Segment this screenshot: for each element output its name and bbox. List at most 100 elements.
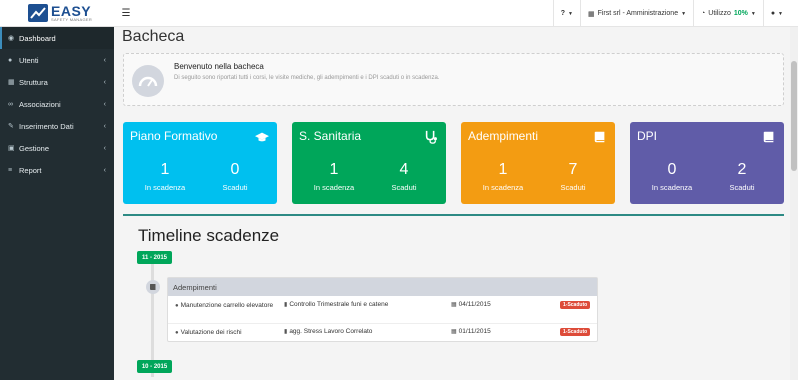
sidebar-item-struttura[interactable]: ▦ Struttura ‹ [0,71,114,93]
stat-value: 2 [737,161,747,178]
usage-dropdown[interactable]: ◔ Utilizzo 10% ▼ [693,0,763,27]
welcome-box: Benvenuto nella bacheca Di seguito sono … [123,53,784,106]
row-divider [168,323,597,324]
status-badge: 1-Scaduto [560,301,591,309]
stat-in-scadenza: 1 In scadenza [473,161,533,193]
caret-down-icon: ▼ [568,10,573,17]
sidebar-item-label: Associazioni [19,99,61,109]
help-dropdown[interactable]: ? ▼ [552,0,580,27]
stat-value: 0 [667,161,677,178]
user-dropdown[interactable]: ● ▼ [762,0,790,27]
sidebar-menu: ◉ Dashboard ● Utenti ‹ ▦ Struttura ‹ ∞ A… [0,27,114,181]
stat-label: In scadenza [482,183,524,192]
date-cell: ▦ 04/11/2015 [451,301,491,308]
sidebar-item-utenti[interactable]: ● Utenti ‹ [0,49,114,71]
stat-scaduti: 0 Scaduti [205,161,265,193]
dashboard-gauge-icon [132,65,164,97]
date-cell: ▦ 01/11/2015 [451,328,491,335]
item-cell: ● Manutenzione carrello elevatore [175,301,280,311]
task-name: agg. Stress Lavoro Correlato [289,328,373,335]
building-icon: ▦ [587,10,595,18]
card-title: S. Sanitaria [299,129,362,143]
welcome-text: Di seguito sono riportati tutti i corsi,… [174,75,440,81]
sidebar-item-dashboard[interactable]: ◉ Dashboard [0,27,114,49]
chevron-left-icon: ‹ [103,78,106,86]
company-dropdown[interactable]: ▦ First srl - Amministrazione ▼ [579,0,693,27]
menu-toggle-icon[interactable]: ☰ [115,0,137,27]
link-icon: ∞ [8,100,13,108]
due-date: 04/11/2015 [458,301,491,308]
task-cell: ▮ agg. Stress Lavoro Correlato [284,328,372,335]
stat-value: 1 [498,161,508,178]
sidebar-item-inserimento-dati[interactable]: ✎ Inserimento Dati ‹ [0,115,114,137]
caret-down-icon: ▼ [681,10,687,17]
sidebar-item-label: Report [19,165,42,175]
dashboard-icon: ◔ [701,10,706,17]
sidebar-item-label: Gestione [19,143,50,153]
usage-value: 10% [733,10,748,17]
sidebar-item-label: Dashboard [19,33,56,43]
card-title: DPI [637,129,658,143]
sidebar-item-report[interactable]: ≡ Report ‹ [0,159,114,181]
card-dpi[interactable]: DPI 0 In scadenza 2 Scaduti [630,122,784,204]
graduation-cap-icon [255,132,269,142]
timeline-item-header: Adempimenti [168,278,597,296]
scrollbar-thumb[interactable] [791,61,797,171]
timeline-date-badge: 10 - 2015 [137,360,172,373]
sidebar-item-label: Inserimento Dati [19,121,74,131]
card-piano-formativo[interactable]: Piano Formativo 1 In scadenza 0 Scaduti [123,122,277,204]
building-icon: ▦ [8,79,15,86]
stat-label: In scadenza [651,183,693,192]
main-content: Bacheca Benvenuto nella bacheca Di segui… [114,27,790,380]
stat-value: 1 [160,161,170,178]
sidebar-item-label: Struttura [19,77,48,87]
stat-label: Scaduti [729,183,755,192]
logo-subtitle: SAFETY MANAGER [51,17,93,22]
question-icon: ? [560,10,565,17]
calendar-icon: ▦ [451,329,457,335]
chevron-left-icon: ‹ [103,56,106,64]
caret-down-icon: ▼ [750,10,756,17]
stat-label: Scaduti [222,183,248,192]
stat-value: 1 [329,161,339,178]
user-icon: ● [770,10,776,17]
book-icon: ▮ [284,302,288,308]
book-icon: ▮ [284,329,288,335]
edit-icon: ✎ [8,123,14,130]
task-cell: ▮ Controllo Trimestrale funi e catene [284,301,388,308]
sidebar-item-associazioni[interactable]: ∞ Associazioni ‹ [0,93,114,115]
sidebar-item-gestione[interactable]: ▣ Gestione ‹ [0,137,114,159]
user-icon: ● [175,303,179,309]
user-icon: ● [175,330,179,336]
briefcase-icon: ▣ [8,145,15,152]
logo[interactable]: EASY SAFETY MANAGER [0,0,114,27]
stat-label: Scaduti [391,183,417,192]
stat-value: 7 [568,161,578,178]
timeline-title: Timeline scadenze [138,226,280,245]
stat-label: Scaduti [560,183,586,192]
card-title: Piano Formativo [130,129,218,143]
stat-in-scadenza: 1 In scadenza [304,161,364,193]
chevron-left-icon: ‹ [103,122,106,130]
card-adempimenti[interactable]: Adempimenti 1 In scadenza 7 Scaduti [461,122,615,204]
stethoscope-icon [425,130,437,144]
card-title: Adempimenti [468,129,539,143]
logo-icon [28,4,48,22]
sidebar: EASY SAFETY MANAGER ◉ Dashboard ● Utenti… [0,0,114,380]
status-badge: 1-Scaduto [560,328,591,336]
stat-label: In scadenza [144,183,186,192]
logo-title: EASY [51,3,92,19]
scrollbar[interactable] [790,27,798,380]
list-icon: ≡ [8,166,13,174]
stat-label: In scadenza [313,183,355,192]
stat-value: 0 [230,161,240,178]
chevron-left-icon: ‹ [103,100,106,108]
usage-label: Utilizzo [708,10,731,17]
company-name: First srl - Amministrazione [597,10,679,17]
users-icon: ● [8,56,13,64]
item-cell: ● Valutazione dei rischi [175,328,280,338]
welcome-title: Benvenuto nella bacheca [174,62,264,71]
book-icon [146,280,160,294]
stat-value: 4 [399,161,409,178]
card-sorveglianza-sanitaria[interactable]: S. Sanitaria 1 In scadenza 4 Scaduti [292,122,446,204]
